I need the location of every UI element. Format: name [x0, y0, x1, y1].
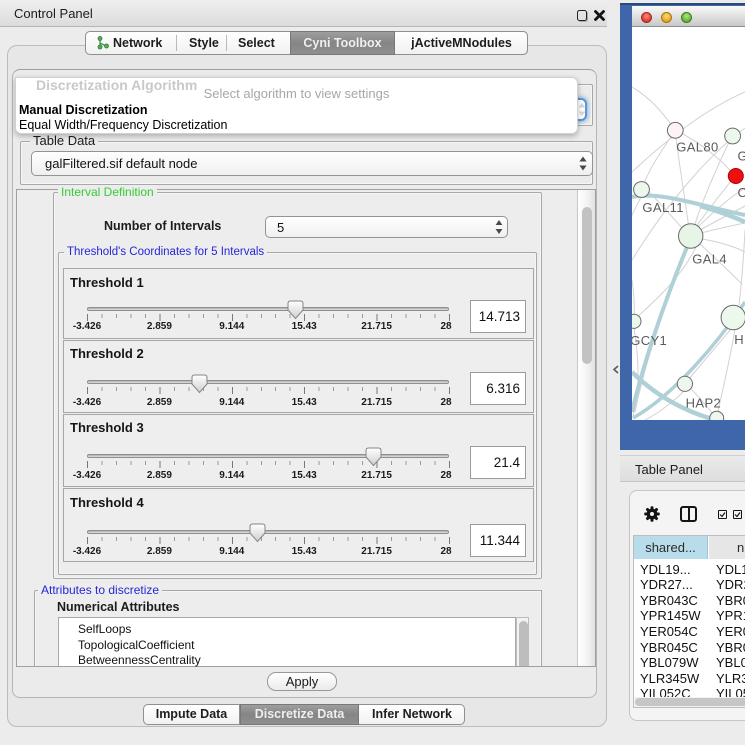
svg-text:H: H — [734, 332, 744, 347]
svg-text:C: C — [738, 185, 745, 200]
svg-text:G.: G. — [738, 149, 745, 164]
svg-text:HAP2: HAP2 — [686, 396, 722, 411]
svg-text:GAL11: GAL11 — [642, 200, 684, 215]
svg-text:GAL4: GAL4 — [692, 252, 727, 267]
svg-text:GAL80: GAL80 — [676, 140, 718, 155]
svg-text:GCY1: GCY1 — [632, 333, 667, 348]
